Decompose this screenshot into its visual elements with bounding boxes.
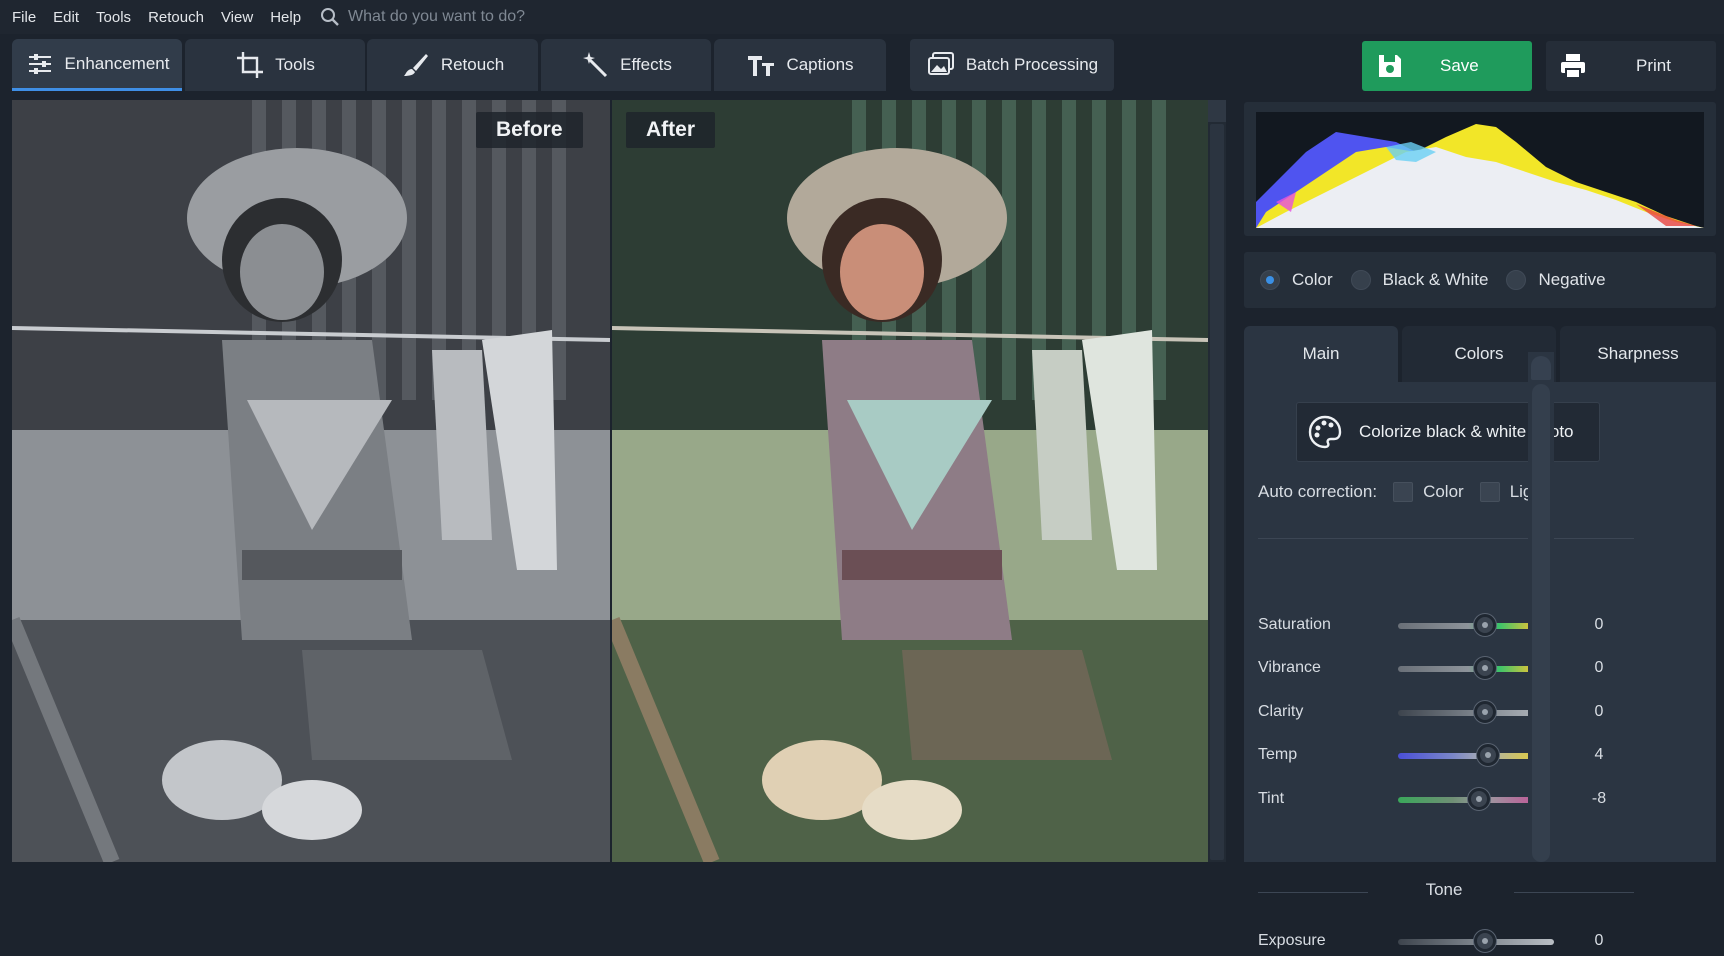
radio-color[interactable] bbox=[1260, 270, 1280, 290]
slider-label: Tint bbox=[1258, 790, 1285, 807]
slider-label: Saturation bbox=[1258, 616, 1331, 633]
after-photo[interactable]: After bbox=[612, 100, 1208, 862]
tab-tools[interactable]: Tools bbox=[185, 39, 365, 91]
save-icon bbox=[1379, 55, 1401, 77]
mode-color[interactable]: Color bbox=[1260, 270, 1333, 290]
panel-scroll-thumb[interactable] bbox=[1532, 384, 1550, 862]
menu-view[interactable]: View bbox=[221, 9, 253, 26]
tint-knob[interactable] bbox=[1468, 788, 1490, 810]
batch-processing-button[interactable]: Batch Processing bbox=[910, 39, 1114, 91]
menu-edit[interactable]: Edit bbox=[53, 9, 79, 26]
slider-value: 0 bbox=[1594, 616, 1604, 633]
menu-retouch[interactable]: Retouch bbox=[148, 9, 204, 26]
slider-exposure: Exposure 0 bbox=[1258, 926, 1638, 956]
slider-value: 0 bbox=[1594, 659, 1604, 676]
slider-tint: Tint -8 bbox=[1258, 784, 1638, 814]
tab-label: Captions bbox=[786, 55, 854, 74]
mode-label: Negative bbox=[1538, 270, 1606, 289]
scroll-up-button[interactable] bbox=[1208, 100, 1226, 122]
adjustments-panel: Color Black & White Negative Main Colors… bbox=[1238, 100, 1724, 952]
color-mode-selector: Color Black & White Negative bbox=[1244, 252, 1716, 308]
tab-enhancement[interactable]: Enhancement bbox=[12, 39, 182, 91]
photo-scrollbar[interactable] bbox=[1208, 100, 1226, 862]
panel-scrollbar[interactable] bbox=[1528, 352, 1554, 862]
slider-label: Temp bbox=[1258, 746, 1298, 763]
slider-value: -8 bbox=[1591, 790, 1607, 807]
tab-label: Effects bbox=[620, 55, 672, 74]
save-label: Save bbox=[1440, 56, 1479, 75]
photo-comparison: Before After bbox=[12, 100, 1208, 862]
mode-label: Color bbox=[1292, 270, 1333, 289]
divider bbox=[1258, 538, 1634, 539]
slider-value: 0 bbox=[1594, 932, 1604, 949]
slider-label: Exposure bbox=[1258, 932, 1326, 949]
tab-retouch[interactable]: Retouch bbox=[367, 39, 538, 91]
tab-captions[interactable]: Captions bbox=[714, 39, 886, 91]
slider-clarity: Clarity 0 bbox=[1258, 697, 1638, 727]
palette-icon bbox=[1308, 415, 1342, 449]
colorize-button[interactable]: Colorize black & white photo bbox=[1296, 402, 1600, 462]
magic-wand-icon bbox=[583, 52, 608, 78]
exposure-knob[interactable] bbox=[1474, 930, 1496, 952]
save-button[interactable]: Save bbox=[1362, 41, 1532, 91]
mode-negative[interactable]: Negative bbox=[1506, 270, 1606, 290]
before-photo[interactable]: Before bbox=[12, 100, 610, 862]
menu-bar: File Edit Tools Retouch View Help bbox=[0, 0, 1724, 34]
auto-correction-label: Auto correction: bbox=[1258, 482, 1378, 501]
panel-scroll-up[interactable] bbox=[1531, 356, 1551, 380]
radio-negative[interactable] bbox=[1506, 270, 1527, 290]
slider-label: Clarity bbox=[1258, 703, 1304, 720]
tone-section-title: Tone bbox=[1425, 880, 1463, 899]
search-icon bbox=[321, 8, 339, 26]
menu-file[interactable]: File bbox=[12, 9, 36, 26]
radio-black-white[interactable] bbox=[1350, 270, 1371, 290]
checkbox-auto-light[interactable] bbox=[1479, 482, 1500, 502]
slider-value: 4 bbox=[1594, 746, 1604, 763]
adjustment-tabs: Main Colors Sharpness bbox=[1244, 326, 1716, 382]
search-input[interactable] bbox=[348, 8, 709, 26]
slider-vibrance: Vibrance 0 bbox=[1258, 653, 1638, 683]
scroll-thumb[interactable] bbox=[1210, 124, 1224, 860]
after-image bbox=[612, 100, 1208, 862]
sliders-icon bbox=[28, 53, 51, 74]
auto-color-label: Color bbox=[1423, 482, 1464, 501]
before-label: Before bbox=[476, 112, 583, 148]
before-image bbox=[12, 100, 610, 862]
checkbox-auto-color[interactable] bbox=[1393, 482, 1414, 502]
slider-value: 0 bbox=[1594, 703, 1604, 720]
tab-label: Enhancement bbox=[64, 53, 170, 73]
histogram-graph bbox=[1256, 112, 1704, 228]
slider-label: Vibrance bbox=[1258, 659, 1321, 676]
mode-label: Black & White bbox=[1382, 270, 1489, 289]
printer-icon bbox=[1561, 54, 1585, 79]
clarity-knob[interactable] bbox=[1474, 701, 1496, 723]
toolbar: Enhancement Tools Retouch Effects Captio… bbox=[0, 34, 1724, 96]
crop-icon bbox=[237, 52, 264, 78]
mode-black-white[interactable]: Black & White bbox=[1350, 270, 1489, 290]
after-label: After bbox=[626, 112, 716, 148]
histogram bbox=[1244, 102, 1716, 236]
tab-label: Retouch bbox=[440, 55, 505, 74]
slider-saturation: Saturation 0 bbox=[1258, 610, 1638, 640]
text-icon bbox=[748, 56, 775, 76]
tab-label: Tools bbox=[275, 55, 315, 74]
main-tab-content: Colorize black & white photo Auto correc… bbox=[1244, 382, 1716, 952]
tab-main[interactable]: Main bbox=[1244, 326, 1398, 382]
print-label: Print bbox=[1636, 56, 1671, 75]
auto-correction: Auto correction: Color Light bbox=[1258, 482, 1547, 502]
saturation-knob[interactable] bbox=[1474, 614, 1496, 636]
batch-label: Batch Processing bbox=[965, 55, 1099, 74]
brush-icon bbox=[403, 54, 428, 76]
slider-temp: Temp 4 bbox=[1258, 740, 1638, 770]
menu-help[interactable]: Help bbox=[270, 9, 301, 26]
temp-knob[interactable] bbox=[1477, 744, 1499, 766]
search-box bbox=[320, 7, 709, 27]
menu-tools[interactable]: Tools bbox=[96, 9, 131, 26]
images-icon bbox=[927, 52, 954, 75]
vibrance-knob[interactable] bbox=[1474, 657, 1496, 679]
print-button[interactable]: Print bbox=[1546, 41, 1716, 91]
tab-effects[interactable]: Effects bbox=[541, 39, 711, 91]
tab-sharpness[interactable]: Sharpness bbox=[1560, 326, 1716, 382]
